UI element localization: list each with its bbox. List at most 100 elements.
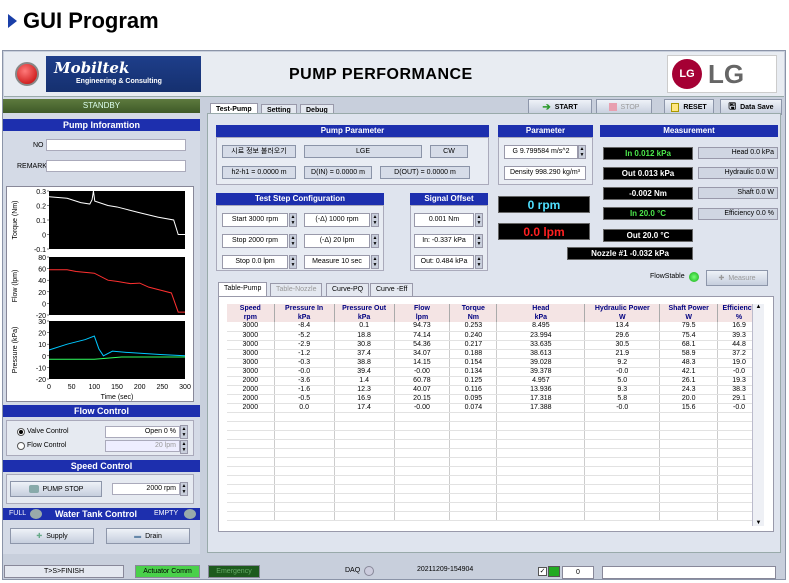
table-row[interactable]: 3000 -5.2 18.8 74.14 0.240 23.994 29.6 75.4 39.3 bbox=[227, 331, 761, 341]
delta-lpm-field[interactable]: (-Δ) 20 lpm bbox=[304, 234, 370, 248]
table-row[interactable] bbox=[227, 484, 761, 494]
flow-lpm-stepper[interactable]: ▲ ▼ bbox=[180, 440, 188, 454]
maker-field[interactable]: LGE bbox=[304, 145, 422, 158]
table-cell: 20.0 bbox=[659, 394, 719, 404]
table-row[interactable]: 2000 -3.6 1.4 60.78 0.125 4.957 5.0 26.1 19.3 bbox=[227, 376, 761, 386]
table-row[interactable]: 2000 0.0 17.4 -0.00 0.074 17.388 -0.0 15.6 -0.0 bbox=[227, 403, 761, 413]
table-cell bbox=[584, 493, 661, 503]
stop-square-icon bbox=[608, 103, 617, 111]
h2h1-field[interactable]: h2-h1 = 0.0000 m bbox=[222, 166, 296, 179]
table-cell bbox=[449, 430, 498, 440]
din-field[interactable]: D(IN) = 0.0000 m bbox=[304, 166, 372, 179]
measure-button[interactable]: ✚ Measure bbox=[706, 270, 768, 286]
table-cell bbox=[274, 430, 335, 440]
table-row[interactable] bbox=[227, 466, 761, 476]
stop-lpm-stepper[interactable]: ▲ ▼ bbox=[289, 255, 297, 269]
flowstable-led-icon bbox=[689, 272, 699, 282]
out-offset-stepper[interactable]: ▲ ▼ bbox=[475, 255, 483, 269]
gravity-field[interactable]: G 9.799584 m/s^2 bbox=[504, 145, 578, 159]
rpm-stepper[interactable]: ▲ ▼ bbox=[180, 482, 188, 496]
table-row[interactable] bbox=[227, 430, 761, 440]
table-row[interactable] bbox=[227, 457, 761, 467]
pump-stop-button[interactable]: PUMP STOP bbox=[10, 481, 102, 497]
valve-control-radio[interactable] bbox=[17, 428, 25, 436]
table-row[interactable] bbox=[227, 493, 761, 503]
dout-field[interactable]: D(OUT) = 0.0000 m bbox=[380, 166, 470, 179]
drain-button[interactable]: ▬ Drain bbox=[106, 528, 190, 544]
measure-time-stepper[interactable]: ▲ ▼ bbox=[371, 255, 379, 269]
table-row[interactable]: 3000 -1.2 37.4 34.07 0.188 38.613 21.9 58.9 37.2 bbox=[227, 349, 761, 359]
table-cell: 17.4 bbox=[334, 403, 395, 413]
table-row[interactable] bbox=[227, 475, 761, 485]
table-row[interactable]: 2000 -1.6 12.3 40.07 0.116 13.936 9.3 24.3 38.3 bbox=[227, 385, 761, 395]
in-offset-stepper[interactable]: ▲ ▼ bbox=[475, 234, 483, 248]
out-offset-field[interactable]: Out: 0.484 kPa bbox=[414, 255, 474, 269]
table-header-cell: W bbox=[584, 313, 661, 322]
table-row[interactable] bbox=[227, 439, 761, 449]
remark-input[interactable] bbox=[46, 160, 186, 172]
flow-lpm-input[interactable]: 20 lpm bbox=[105, 440, 180, 452]
table-cell bbox=[274, 439, 335, 449]
tab-table-nozzle[interactable]: Table-Nozzle bbox=[270, 283, 323, 297]
table-cell bbox=[334, 448, 395, 458]
scroll-down-icon[interactable]: ▼ bbox=[753, 520, 764, 526]
table-row[interactable] bbox=[227, 448, 761, 458]
table-row[interactable]: 3000 -8.4 0.1 94.73 0.253 8.495 13.4 79.5 16.9 bbox=[227, 322, 761, 332]
torque-offset-field[interactable]: 0.001 Nm bbox=[414, 213, 474, 227]
direction-field[interactable]: CW bbox=[430, 145, 468, 158]
table-cell: 24.3 bbox=[659, 385, 719, 395]
table-row[interactable] bbox=[227, 511, 761, 521]
table-cell: 17.388 bbox=[496, 403, 586, 413]
table-row[interactable] bbox=[227, 412, 761, 422]
torque-offset-stepper[interactable]: ▲ ▼ bbox=[475, 213, 483, 227]
power-icon[interactable] bbox=[15, 62, 39, 86]
table-cell: 0.0 bbox=[274, 403, 335, 413]
table-row[interactable] bbox=[227, 502, 761, 512]
stop-lpm-field[interactable]: Stop 0.0 lpm bbox=[222, 255, 288, 269]
no-input[interactable] bbox=[46, 139, 186, 151]
table-cell: 0.1 bbox=[334, 322, 395, 332]
table-cell: 48.3 bbox=[659, 358, 719, 368]
check-icon[interactable]: ✓ bbox=[538, 567, 547, 576]
out-temp-display: Out 20.0 °C bbox=[603, 229, 693, 242]
valve-open-input[interactable]: Open 0 % bbox=[105, 426, 180, 438]
in-offset-field[interactable]: In: -0.337 kPa bbox=[414, 234, 474, 248]
flow-control-label: Flow Control bbox=[27, 442, 67, 449]
tab-curve-pq[interactable]: Curve-PQ bbox=[326, 283, 370, 297]
table-cell bbox=[449, 439, 498, 449]
rpm-input[interactable]: 2000 rpm bbox=[112, 483, 180, 495]
table-cell bbox=[496, 475, 586, 485]
table-row[interactable]: 3000 -2.9 30.8 54.36 0.217 33.635 30.5 68.1 44.8 bbox=[227, 340, 761, 350]
load-info-button[interactable]: 시료 정보 불러오기 bbox=[222, 145, 296, 158]
tab-table-pump[interactable]: Table-Pump bbox=[218, 282, 268, 296]
table-row[interactable]: 2000 -0.5 16.9 20.15 0.095 17.318 5.8 20.0 29.1 bbox=[227, 394, 761, 404]
delta-rpm-stepper[interactable]: ▲ ▼ bbox=[371, 213, 379, 227]
delta-lpm-stepper[interactable]: ▲ ▼ bbox=[371, 234, 379, 248]
table-row[interactable] bbox=[227, 421, 761, 431]
delta-rpm-field[interactable]: (-Δ) 1000 rpm bbox=[304, 213, 370, 227]
stop-rpm-field[interactable]: Stop 2000 rpm bbox=[222, 234, 288, 248]
flow-control-radio[interactable] bbox=[17, 442, 25, 450]
supply-button[interactable]: ✚ Supply bbox=[10, 528, 94, 544]
table-row[interactable]: 3000 -0.0 39.4 -0.00 0.134 39.378 -0.0 42.1 -0.0 bbox=[227, 367, 761, 377]
table-row[interactable]: 3000 -0.3 38.8 14.15 0.154 39.028 9.2 48.3 19.0 bbox=[227, 358, 761, 368]
table-cell bbox=[449, 484, 498, 494]
table-scrollbar[interactable]: ▲ ▼ bbox=[752, 304, 764, 526]
table-cell: 14.15 bbox=[394, 358, 451, 368]
start-rpm-stepper[interactable]: ▲ ▼ bbox=[289, 213, 297, 227]
table-cell bbox=[394, 511, 451, 521]
scroll-up-icon[interactable]: ▲ bbox=[753, 304, 764, 310]
plot-panel-bg bbox=[49, 191, 185, 249]
table-cell: 23.994 bbox=[496, 331, 586, 341]
gravity-stepper[interactable]: ▲ ▼ bbox=[578, 145, 586, 159]
density-field[interactable]: Density 998.290 kg/m³ bbox=[504, 166, 586, 180]
measure-time-field[interactable]: Measure 10 sec bbox=[304, 255, 370, 269]
start-rpm-field[interactable]: Start 3000 rpm bbox=[222, 213, 288, 227]
table-cell bbox=[227, 511, 275, 521]
y-tick-label: -10 bbox=[36, 365, 46, 372]
table-cell bbox=[449, 448, 498, 458]
stop-rpm-stepper[interactable]: ▲ ▼ bbox=[289, 234, 297, 248]
valve-open-stepper[interactable]: ▲ ▼ bbox=[180, 425, 188, 439]
table-cell bbox=[274, 457, 335, 467]
tab-curve-eff[interactable]: Curve -Eff bbox=[370, 283, 414, 297]
